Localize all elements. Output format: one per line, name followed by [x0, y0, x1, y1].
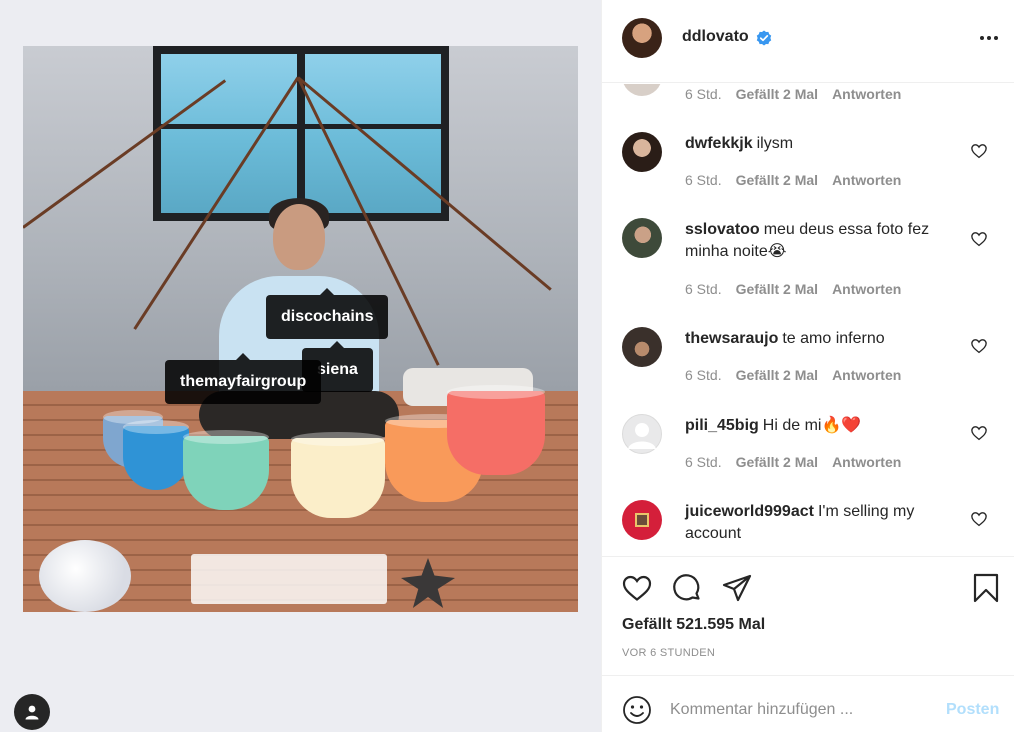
post-timestamp[interactable]: VOR 6 STUNDEN	[622, 647, 715, 659]
default-avatar-icon	[628, 423, 656, 449]
user-tag-themayfairgroup[interactable]: themayfairgroup	[165, 353, 322, 404]
singing-bowl	[291, 432, 385, 518]
comments-list[interactable]: 6 Std. Gefällt 2 Mal Antworten dwfekkjk i…	[602, 84, 1014, 557]
comment-time[interactable]: 6 Std.	[685, 454, 722, 470]
user-icon	[25, 705, 39, 720]
comment-likes[interactable]: Gefällt 2 Mal	[736, 281, 818, 297]
comment-meta: 6 Std. Gefällt 2 Mal Antworten	[685, 86, 901, 102]
commenter-username[interactable]: thewsaraujo	[685, 330, 778, 347]
more-dot-icon	[980, 36, 984, 40]
comment-text: juiceworld999act I'm selling my account	[685, 501, 957, 545]
likes-count[interactable]: Gefällt 521.595 Mal	[622, 616, 765, 634]
singing-bowl	[447, 385, 545, 475]
comment-text: dwfekkjk ilysm	[685, 133, 957, 155]
comment-meta: 6 Std. Gefällt 2 Mal Antworten	[685, 454, 901, 470]
post-header: ddlovato	[602, 0, 1014, 83]
like-heart-icon[interactable]	[621, 572, 653, 604]
user-tag-discochains[interactable]: discochains	[266, 288, 389, 339]
add-comment-bar: Posten	[602, 677, 1014, 732]
comment-like-heart-icon[interactable]	[970, 142, 988, 160]
comment-likes[interactable]: Gefällt 2 Mal	[736, 86, 818, 102]
comment-reply-button[interactable]: Antworten	[832, 281, 901, 297]
more-dot-icon	[994, 36, 998, 40]
author-avatar[interactable]	[622, 18, 662, 58]
comment-likes[interactable]: Gefällt 2 Mal	[736, 367, 818, 383]
comment-like-heart-icon[interactable]	[970, 424, 988, 442]
crystal-tray	[191, 554, 387, 604]
commenter-username[interactable]: pili_45big	[685, 417, 759, 434]
comment-meta: 6 Std. Gefällt 2 Mal Antworten	[685, 281, 901, 297]
commenter-avatar[interactable]	[622, 414, 662, 454]
comment-time[interactable]: 6 Std.	[685, 281, 722, 297]
comment-likes[interactable]: Gefällt 2 Mal	[736, 172, 818, 188]
commenter-avatar[interactable]	[622, 500, 662, 540]
comment-like-heart-icon[interactable]	[970, 337, 988, 355]
commenter-username[interactable]: sslovatoo	[685, 221, 760, 238]
comment-reply-button[interactable]: Antworten	[832, 454, 901, 470]
comment-text: pili_45big Hi de mi🔥❤️	[685, 415, 957, 437]
commenter-avatar[interactable]	[622, 327, 662, 367]
comment-text: sslovatoo meu deus essa foto fez minha no…	[685, 219, 957, 263]
comment-body: Hi de mi🔥❤️	[762, 417, 862, 434]
commenter-username[interactable]: juiceworld999act	[685, 503, 814, 520]
comment-input[interactable]	[670, 696, 930, 724]
post-sidebar: ddlovato 6 Std. Gefällt 2 Mal Antworten …	[601, 0, 1014, 732]
comment-body: te amo inferno	[782, 330, 885, 347]
comment-meta: 6 Std. Gefällt 2 Mal Antworten	[685, 367, 901, 383]
singing-bowl	[183, 430, 269, 510]
commenter-username[interactable]: dwfekkjk	[685, 135, 753, 152]
crystal-orb	[39, 540, 131, 612]
verified-badge-icon	[756, 30, 772, 46]
commenter-avatar[interactable]	[622, 132, 662, 172]
emoji-icon[interactable]	[622, 695, 652, 725]
comment-meta: 6 Std. Gefällt 2 Mal Antworten	[685, 172, 901, 188]
commenter-avatar[interactable]	[622, 84, 662, 96]
comment-likes[interactable]: Gefällt 2 Mal	[736, 454, 818, 470]
comment-like-heart-icon[interactable]	[970, 230, 988, 248]
share-paper-plane-icon[interactable]	[721, 572, 753, 604]
commenter-avatar[interactable]	[622, 218, 662, 258]
comment-reply-button[interactable]: Antworten	[832, 86, 901, 102]
comment-time[interactable]: 6 Std.	[685, 367, 722, 383]
post-media-area: discochains siena themayfairgroup	[0, 0, 601, 732]
comment-bubble-icon[interactable]	[671, 572, 703, 604]
comment-reply-button[interactable]: Antworten	[832, 367, 901, 383]
save-bookmark-icon[interactable]	[970, 572, 1002, 604]
more-options-button[interactable]	[974, 26, 1004, 50]
comment-text: thewsaraujo te amo inferno	[685, 328, 957, 350]
singing-bowl	[123, 420, 189, 490]
post-comment-button[interactable]: Posten	[946, 701, 999, 719]
post-actions: Gefällt 521.595 Mal VOR 6 STUNDEN	[602, 558, 1014, 676]
comment-time[interactable]: 6 Std.	[685, 86, 722, 102]
comment-reply-button[interactable]: Antworten	[832, 172, 901, 188]
photo-window	[153, 46, 449, 221]
comment-like-heart-icon[interactable]	[970, 510, 988, 528]
author-username[interactable]: ddlovato	[682, 28, 749, 46]
comment-body: ilysm	[756, 135, 794, 152]
show-tags-button[interactable]	[14, 694, 50, 730]
more-dot-icon	[987, 36, 991, 40]
comment-time[interactable]: 6 Std.	[685, 172, 722, 188]
